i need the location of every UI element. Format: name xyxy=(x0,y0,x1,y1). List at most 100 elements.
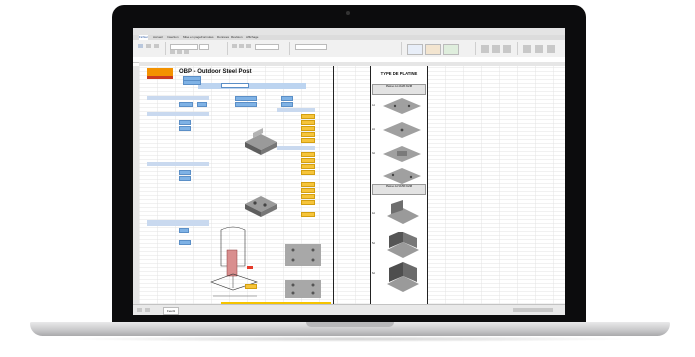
dim-8[interactable] xyxy=(301,164,315,169)
spreadsheet-grid[interactable]: OBP - Outdoor Steel Post TYPE DE PLATINE… xyxy=(139,66,565,305)
sum-icon[interactable] xyxy=(523,45,531,53)
laptop-shadow xyxy=(60,336,640,342)
underline-icon[interactable] xyxy=(184,50,189,54)
ribbon-group-styles xyxy=(403,42,476,55)
ribbon-group-alignment xyxy=(229,42,290,55)
platine-image-5 xyxy=(387,200,419,224)
laptop-screen: Fichier Accueil Insertion Mise en page F… xyxy=(133,28,565,315)
section-header-1 xyxy=(147,96,209,100)
sheet-nav-right-icon[interactable] xyxy=(145,308,150,312)
input-d[interactable] xyxy=(179,126,191,131)
dim-7[interactable] xyxy=(301,158,315,163)
align-right-icon[interactable] xyxy=(246,44,251,48)
excel-ribbon xyxy=(133,40,565,58)
dim-9[interactable] xyxy=(301,170,315,175)
sheet-tab-1[interactable]: Feuil1 xyxy=(163,307,180,315)
platine-image-1 xyxy=(383,98,421,114)
input-a[interactable] xyxy=(179,102,193,107)
input-f[interactable] xyxy=(179,176,191,181)
logo-stripe xyxy=(147,76,173,79)
input-c[interactable] xyxy=(179,120,191,125)
cell-styles-button[interactable] xyxy=(443,44,459,55)
platine-code-2: 2A xyxy=(372,128,375,131)
sort-filter-icon[interactable] xyxy=(535,45,543,53)
laptop-lid: Fichier Accueil Insertion Mise en page F… xyxy=(112,5,586,323)
section-header-3 xyxy=(147,162,209,166)
post-dim-input[interactable] xyxy=(245,284,257,289)
plate-image-2 xyxy=(285,280,321,298)
bracket-illustration-1 xyxy=(245,128,277,155)
font-size-select[interactable] xyxy=(199,44,209,50)
find-icon[interactable] xyxy=(547,45,555,53)
italic-icon[interactable] xyxy=(177,50,182,54)
company-logo xyxy=(147,68,173,76)
section-header-2 xyxy=(147,112,209,116)
platine-image-3 xyxy=(383,146,421,162)
laptop-base xyxy=(30,322,670,336)
platine-code-4: 4A xyxy=(372,212,375,215)
platine-code-3: 3A xyxy=(372,152,375,155)
header-info-band xyxy=(198,83,306,89)
input-mid-1[interactable] xyxy=(235,96,257,101)
number-format-select[interactable] xyxy=(295,44,327,50)
dim-header-2 xyxy=(277,146,315,150)
input-mid-2[interactable] xyxy=(235,102,257,107)
ribbon-group-cells xyxy=(477,42,518,55)
dim-6[interactable] xyxy=(301,152,315,157)
laptop-notch xyxy=(306,322,394,327)
zoom-slider[interactable] xyxy=(513,308,553,312)
paste-icon[interactable] xyxy=(138,44,143,48)
dim-14[interactable] xyxy=(301,212,315,217)
ribbon-group-number xyxy=(291,42,402,55)
input-mid-4[interactable] xyxy=(281,102,293,107)
wrap-text-button[interactable] xyxy=(255,44,279,50)
dim-3[interactable] xyxy=(301,126,315,131)
ribbon-group-font xyxy=(167,42,228,55)
input-h[interactable] xyxy=(179,240,191,245)
form-divider xyxy=(333,66,334,304)
section-header-4 xyxy=(147,220,209,226)
dim-12[interactable] xyxy=(301,194,315,199)
dim-1[interactable] xyxy=(301,114,315,119)
format-cells-icon[interactable] xyxy=(503,45,511,53)
platine-image-4 xyxy=(383,168,421,184)
input-e[interactable] xyxy=(179,170,191,175)
bracket-illustration-2 xyxy=(245,196,277,217)
copy-icon[interactable] xyxy=(154,44,159,48)
platine-image-6 xyxy=(387,232,419,258)
sheet-nav-left-icon[interactable] xyxy=(137,308,142,312)
dim-4[interactable] xyxy=(301,132,315,137)
header-input-2[interactable] xyxy=(183,80,201,85)
header-input-3[interactable] xyxy=(221,83,249,88)
dim-header-1 xyxy=(277,108,315,112)
cut-icon[interactable] xyxy=(146,44,151,48)
post-drawing xyxy=(210,226,258,297)
ribbon-group-clipboard xyxy=(135,42,166,55)
dim-5[interactable] xyxy=(301,138,315,143)
platine-image-2 xyxy=(383,122,421,138)
input-mid-3[interactable] xyxy=(281,96,293,101)
platine-code-5: 5A xyxy=(372,242,375,245)
form-title: OBP - Outdoor Steel Post xyxy=(179,69,252,75)
platine-group-1: Platines 1A 2A/2B 3A/3B xyxy=(372,84,426,95)
plate-image-1 xyxy=(285,244,321,266)
ribbon-group-editing xyxy=(519,42,563,55)
align-center-icon[interactable] xyxy=(239,44,244,48)
dim-10[interactable] xyxy=(301,182,315,187)
dim-2[interactable] xyxy=(301,120,315,125)
input-g[interactable] xyxy=(179,228,189,233)
table-format-button[interactable] xyxy=(425,44,441,55)
align-left-icon[interactable] xyxy=(232,44,237,48)
insert-cells-icon[interactable] xyxy=(481,45,489,53)
dim-11[interactable] xyxy=(301,188,315,193)
platine-panel-title: TYPE DE PLATINE xyxy=(380,71,418,76)
bold-icon[interactable] xyxy=(170,50,175,54)
dim-13[interactable] xyxy=(301,200,315,205)
delete-cells-icon[interactable] xyxy=(492,45,500,53)
conditional-format-button[interactable] xyxy=(407,44,423,55)
status-bar: Feuil1 xyxy=(133,304,565,315)
input-b[interactable] xyxy=(197,102,207,107)
platine-code-1: 1A xyxy=(372,104,375,107)
platine-image-7 xyxy=(387,262,419,292)
platine-code-6: 6A xyxy=(372,272,375,275)
